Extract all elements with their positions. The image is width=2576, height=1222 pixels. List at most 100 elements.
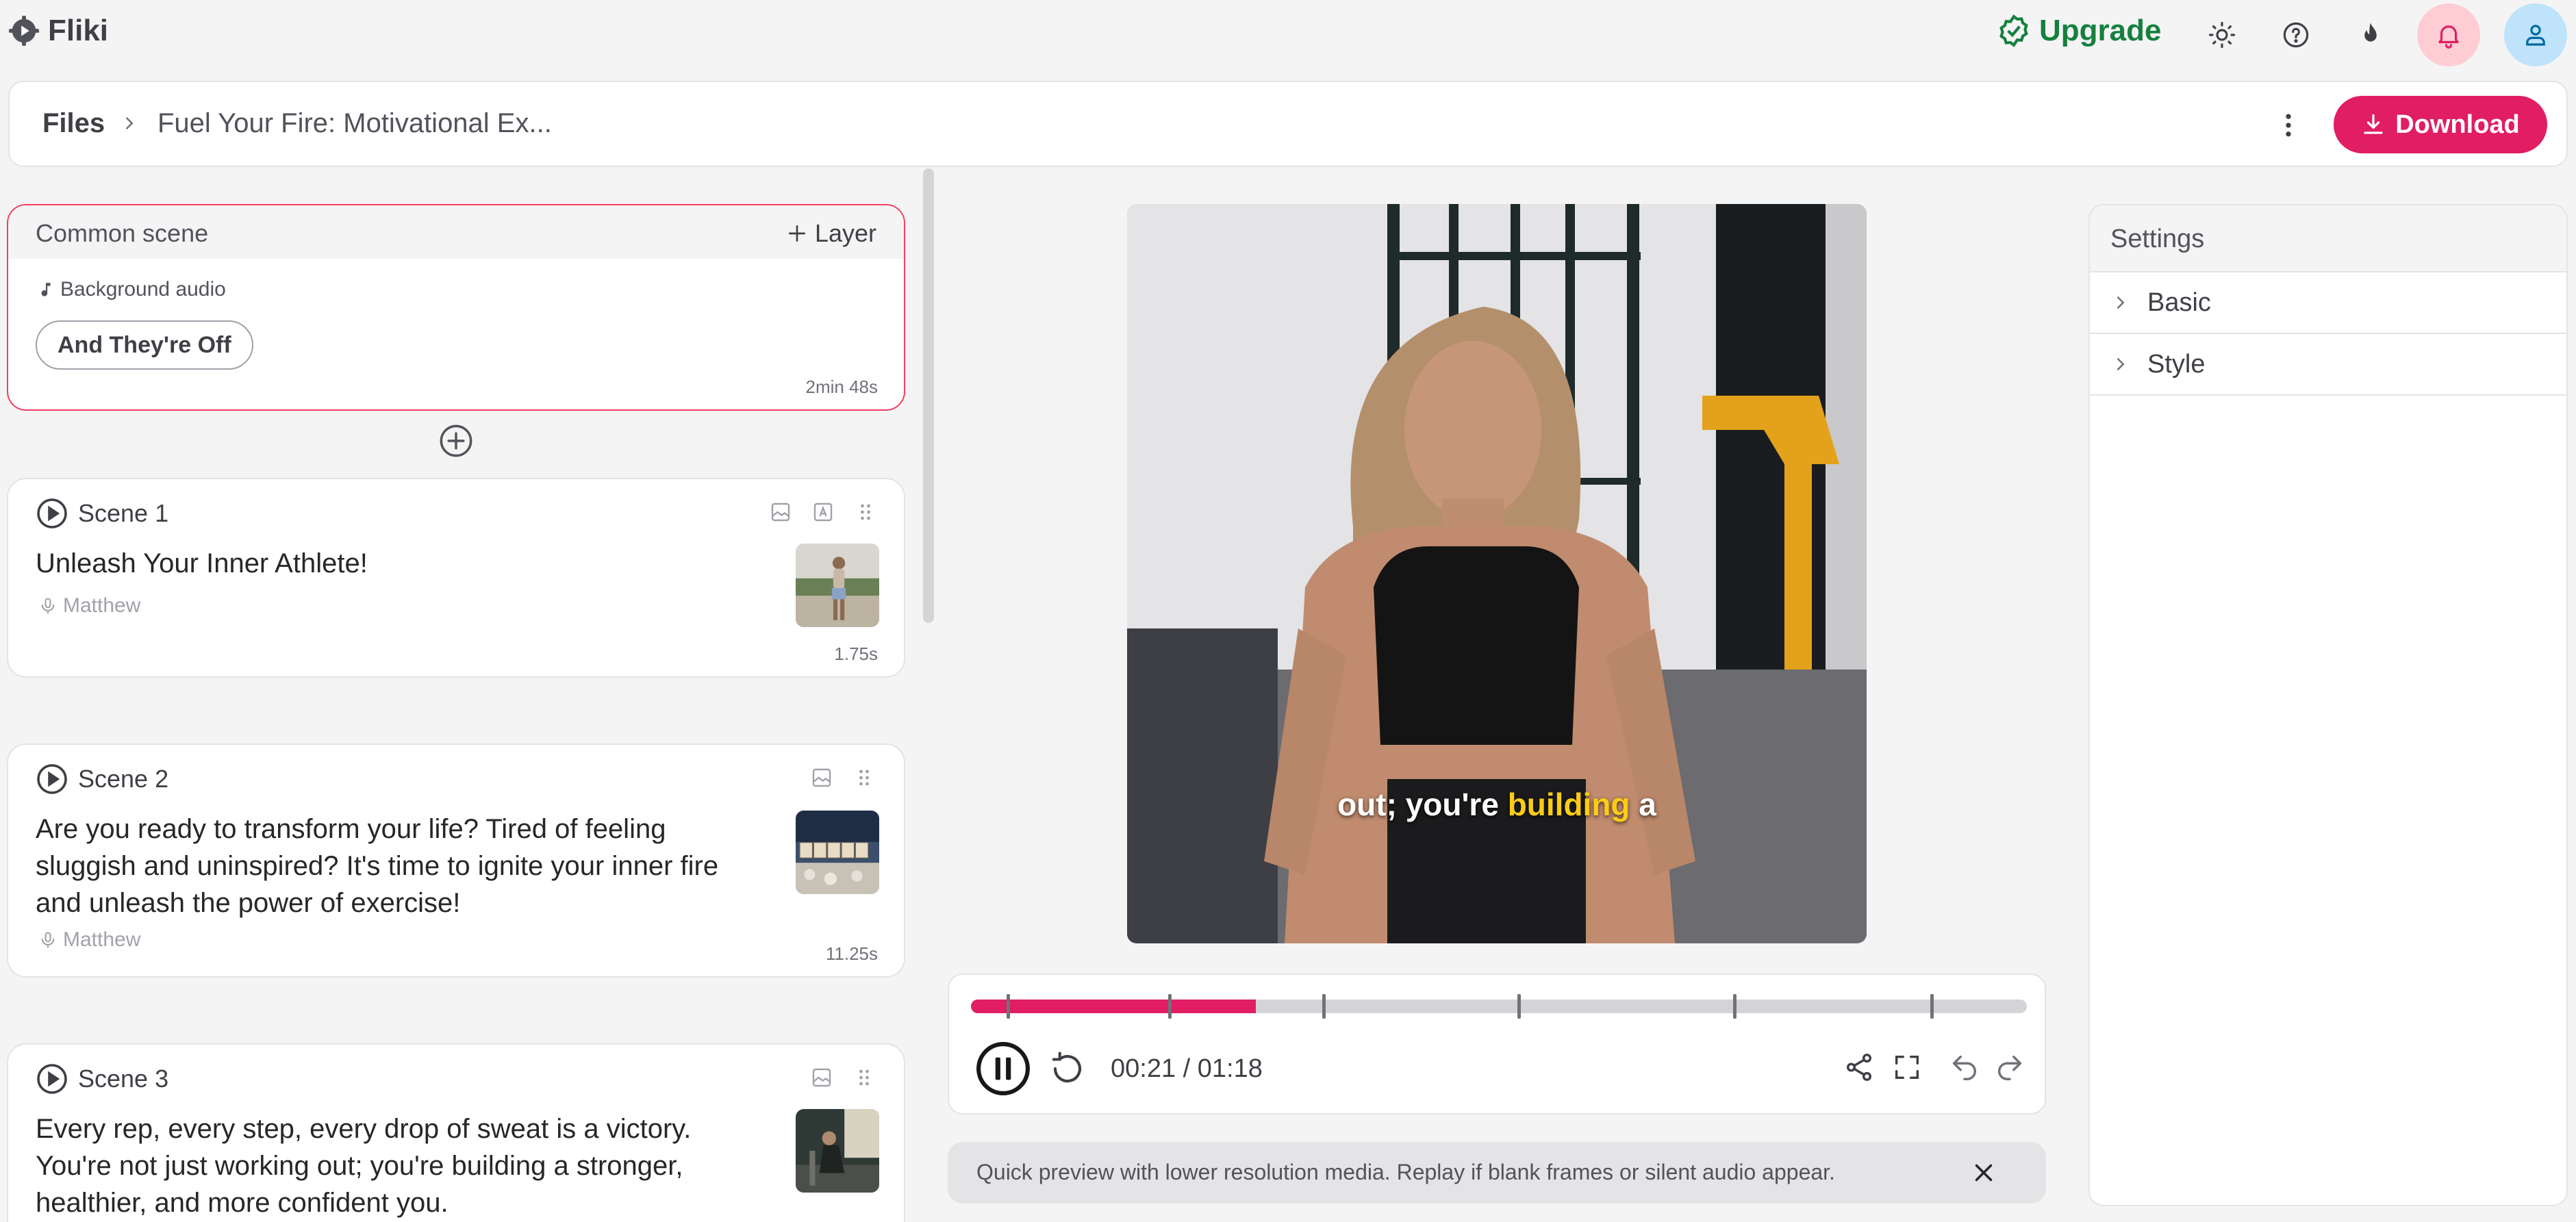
notifications-button[interactable] — [2417, 3, 2480, 66]
scene-marker-3[interactable] — [1322, 994, 1326, 1019]
settings-panel: Settings Basic Style — [2088, 204, 2568, 1206]
scene-marker-5[interactable] — [1733, 994, 1737, 1019]
common-scene-title: Common scene — [36, 219, 208, 248]
scene-3-label: Scene 3 — [78, 1065, 168, 1093]
scene-2-voice-name: Matthew — [63, 928, 140, 952]
scene-marker-6[interactable] — [1930, 994, 1934, 1019]
add-layer-button[interactable]: Layer — [786, 219, 876, 248]
text-overlay-icon[interactable] — [811, 500, 835, 524]
preview-notice: Quick preview with lower resolution medi… — [948, 1142, 2046, 1204]
scene-1-thumbnail[interactable] — [796, 544, 879, 627]
caption-highlight-word: building — [1508, 787, 1630, 822]
scene-marker-4[interactable] — [1517, 994, 1521, 1019]
fullscreen-icon[interactable] — [1891, 1052, 1923, 1083]
replay-icon[interactable] — [1049, 1050, 1086, 1087]
subtitle-caption: out; you're building a — [1127, 786, 1867, 823]
upgrade-button[interactable]: Upgrade — [1997, 14, 2161, 48]
caption-after: a — [1630, 787, 1656, 822]
help-button[interactable] — [2272, 11, 2320, 59]
scene-1-voice[interactable]: Matthew — [38, 594, 140, 618]
app-name: Fliki — [48, 14, 108, 48]
gym-woman-frame — [1127, 204, 1867, 943]
image-icon[interactable] — [768, 500, 793, 524]
scene-card-1[interactable]: Scene 1 Unleash Your Inner Athlete! Matt… — [7, 478, 905, 678]
drag-handle-icon[interactable] — [852, 765, 876, 790]
scene-1-text[interactable]: Unleash Your Inner Athlete! — [36, 545, 748, 582]
scene-2-thumbnail[interactable] — [796, 811, 879, 894]
scene-card-3[interactable]: Scene 3 Every rep, every step, every dro… — [7, 1043, 905, 1222]
play-circle-icon[interactable] — [36, 497, 68, 530]
account-button[interactable] — [2504, 3, 2567, 66]
breadcrumb-files[interactable]: Files — [42, 108, 105, 139]
background-audio-track-chip[interactable]: And They're Off — [36, 320, 253, 370]
scene-marker-1[interactable] — [1007, 994, 1010, 1019]
settings-section-style[interactable]: Style — [2090, 334, 2566, 396]
download-button[interactable]: Download — [2334, 96, 2547, 153]
change-blocks-photo-icon — [796, 811, 879, 894]
scene-2-label: Scene 2 — [78, 765, 168, 793]
settings-header: Settings — [2090, 205, 2566, 272]
user-icon — [2521, 21, 2550, 49]
theme-toggle-button[interactable] — [2198, 11, 2246, 59]
streak-button[interactable] — [2347, 11, 2395, 59]
app-logo[interactable]: Fliki — [8, 14, 108, 48]
common-scene-card[interactable]: Common scene Layer Background audio And … — [7, 204, 905, 411]
runner-photo-icon — [796, 544, 879, 627]
common-scene-header: Common scene Layer — [8, 205, 904, 259]
image-icon[interactable] — [809, 765, 834, 790]
scene-1-header: Scene 1 — [36, 497, 168, 530]
caption-before: out; you're — [1337, 787, 1508, 822]
settings-section-style-label: Style — [2147, 350, 2205, 379]
more-options-icon[interactable] — [2273, 108, 2303, 142]
timeline-track[interactable] — [971, 1000, 2027, 1013]
fliki-editor: Fliki Upgrade — [0, 0, 2576, 1222]
scene-2-voice[interactable]: Matthew — [38, 928, 140, 952]
scene-1-tools — [768, 500, 878, 524]
upgrade-label: Upgrade — [2039, 14, 2161, 48]
flame-icon — [2356, 21, 2385, 49]
play-circle-icon[interactable] — [36, 1062, 68, 1095]
music-note-icon — [37, 279, 55, 300]
pause-button[interactable] — [975, 1041, 1031, 1097]
scene-marker-2[interactable] — [1168, 994, 1172, 1019]
scene-3-thumbnail[interactable] — [796, 1109, 879, 1193]
scene-2-text[interactable]: Are you ready to transform your life? Ti… — [36, 811, 748, 921]
common-scene-duration: 2min 48s — [806, 377, 879, 398]
drag-handle-icon[interactable] — [852, 1065, 876, 1090]
download-icon — [2361, 112, 2386, 137]
player-controls: 00:21 / 01:18 — [948, 973, 2046, 1115]
scene-2-tools — [809, 765, 876, 790]
drag-handle-icon[interactable] — [853, 500, 878, 524]
settings-section-basic-label: Basic — [2147, 288, 2211, 318]
microphone-icon — [38, 595, 58, 617]
top-bar: Fliki Upgrade — [0, 0, 2576, 75]
file-header: Files Fuel Your Fire: Motivational Ex...… — [8, 81, 2568, 167]
breadcrumb-current-file[interactable]: Fuel Your Fire: Motivational Ex... — [157, 108, 552, 139]
chevron-right-icon — [119, 111, 140, 136]
share-icon[interactable] — [1843, 1052, 1875, 1083]
video-preview[interactable]: out; you're building a — [1127, 204, 1867, 943]
download-label: Download — [2395, 110, 2520, 140]
scene-3-text[interactable]: Every rep, every step, every drop of swe… — [36, 1110, 748, 1221]
settings-section-basic[interactable]: Basic — [2090, 272, 2566, 334]
bell-icon — [2434, 21, 2463, 49]
background-audio-label: Background audio — [37, 278, 226, 301]
microphone-icon — [38, 929, 58, 951]
badge-check-icon — [1997, 14, 2031, 48]
chevron-right-icon — [2110, 292, 2131, 313]
preview-notice-text: Quick preview with lower resolution medi… — [976, 1160, 1835, 1185]
scene-3-tools — [809, 1065, 876, 1090]
redo-icon[interactable] — [1994, 1052, 2025, 1083]
scene-card-2[interactable]: Scene 2 Are you ready to transform your … — [7, 743, 905, 978]
playback-time: 00:21 / 01:18 — [1111, 1054, 1263, 1084]
fliki-logo-icon — [8, 15, 40, 47]
add-scene-icon[interactable] — [438, 423, 474, 459]
scene-list-scrollbar[interactable] — [923, 168, 934, 623]
play-circle-icon[interactable] — [36, 763, 68, 795]
timeline-progress — [971, 1000, 1256, 1013]
undo-icon[interactable] — [1949, 1052, 1980, 1083]
close-icon[interactable] — [1969, 1158, 1998, 1187]
scene-1-label: Scene 1 — [78, 499, 168, 528]
add-layer-label: Layer — [815, 219, 876, 248]
image-icon[interactable] — [809, 1065, 834, 1090]
